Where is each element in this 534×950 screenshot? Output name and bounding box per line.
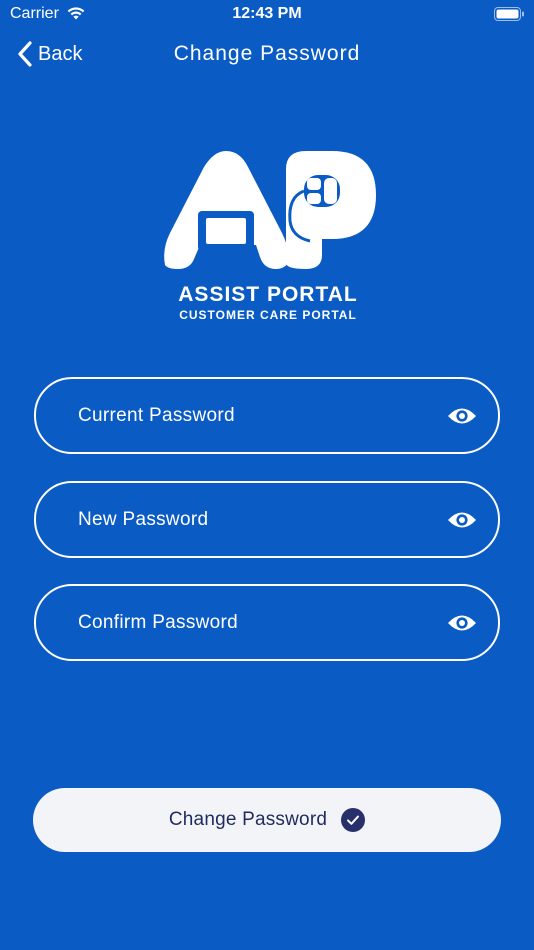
eye-icon[interactable] xyxy=(446,612,478,634)
battery-icon xyxy=(494,7,524,21)
current-password-input[interactable] xyxy=(78,395,446,436)
confirm-password-field xyxy=(34,584,500,661)
status-bar: Carrier 12:43 PM xyxy=(0,0,534,30)
logo-title: ASSIST PORTAL xyxy=(178,283,358,306)
logo-subtitle: CUSTOMER CARE PORTAL xyxy=(179,308,357,322)
navigation-bar: Back Change Password xyxy=(0,30,534,82)
new-password-input[interactable] xyxy=(78,499,446,540)
status-time: 12:43 PM xyxy=(232,5,302,22)
current-password-field xyxy=(34,377,500,454)
eye-icon[interactable] xyxy=(446,405,478,427)
change-password-button-label: Change Password xyxy=(168,809,328,830)
new-password-field xyxy=(34,481,500,558)
eye-icon[interactable] xyxy=(446,509,478,531)
check-circle-icon xyxy=(341,808,366,832)
change-password-screen: Carrier 12:43 PM Back Change Password AS… xyxy=(0,0,534,950)
page-title: Change Password xyxy=(173,42,361,65)
confirm-password-input[interactable] xyxy=(78,602,446,643)
change-password-button[interactable]: Change Password xyxy=(33,788,501,852)
